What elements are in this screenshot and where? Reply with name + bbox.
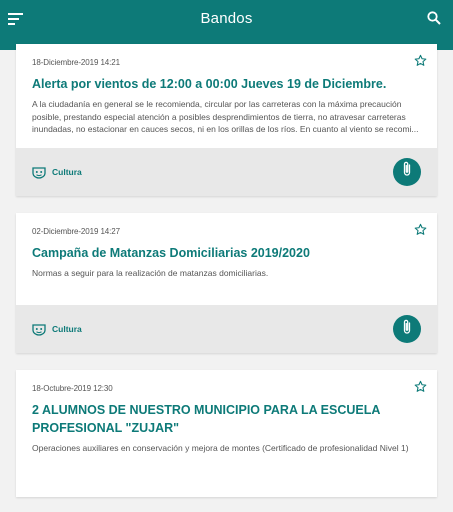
category-label[interactable]: Cultura: [52, 167, 82, 177]
card-title[interactable]: Alerta por vientos de 12:00 a 00:00 Juev…: [32, 75, 421, 93]
card-body[interactable]: 18-Octubre-2019 12:30 2 ALUMNOS DE NUEST…: [16, 370, 437, 497]
card-title[interactable]: Campaña de Matanzas Domiciliarias 2019/2…: [32, 244, 421, 262]
page-title: Bandos: [200, 10, 253, 27]
card-date: 18-Diciembre-2019 14:21: [32, 58, 120, 67]
app-bar: Bandos: [0, 0, 453, 50]
category-label[interactable]: Cultura: [52, 324, 82, 334]
paperclip-icon: [401, 161, 413, 182]
attachment-button[interactable]: [393, 157, 421, 186]
card-footer: Cultura: [16, 305, 437, 353]
card-excerpt: Operaciones auxiliares en conservación y…: [32, 443, 409, 453]
card-date: 02-Diciembre-2019 14:27: [32, 226, 120, 236]
favorite-star-icon[interactable]: [414, 223, 427, 236]
paperclip-icon: [401, 319, 413, 340]
category-icon: [32, 323, 46, 336]
favorite-star-icon[interactable]: [414, 54, 427, 67]
card-date: 18-Octubre-2019 12:30: [32, 384, 113, 393]
card-excerpt: Normas a seguir para la realización de m…: [32, 267, 269, 278]
bando-card[interactable]: 18-Octubre-2019 12:30 2 ALUMNOS DE NUEST…: [16, 370, 437, 497]
card-excerpt: A la ciudadanía en general se le recomie…: [32, 99, 419, 134]
card-body[interactable]: 02-Diciembre-2019 14:27 Campaña de Matan…: [16, 213, 437, 306]
card-title[interactable]: 2 ALUMNOS DE NUESTRO MUNICIPIO PARA LA E…: [32, 401, 421, 437]
attachment-button[interactable]: [393, 315, 421, 343]
card-body[interactable]: 18-Diciembre-2019 14:21 Alerta por vient…: [16, 44, 437, 148]
bandos-list: 18-Diciembre-2019 14:21 Alerta por vient…: [16, 44, 437, 512]
favorite-star-icon[interactable]: [414, 380, 427, 393]
bando-card[interactable]: 18-Diciembre-2019 14:21 Alerta por vient…: [16, 44, 437, 196]
category-icon: [32, 166, 46, 179]
card-footer: Cultura: [16, 147, 437, 196]
bando-card[interactable]: 02-Diciembre-2019 14:27 Campaña de Matan…: [16, 212, 437, 353]
search-icon[interactable]: [427, 11, 443, 27]
